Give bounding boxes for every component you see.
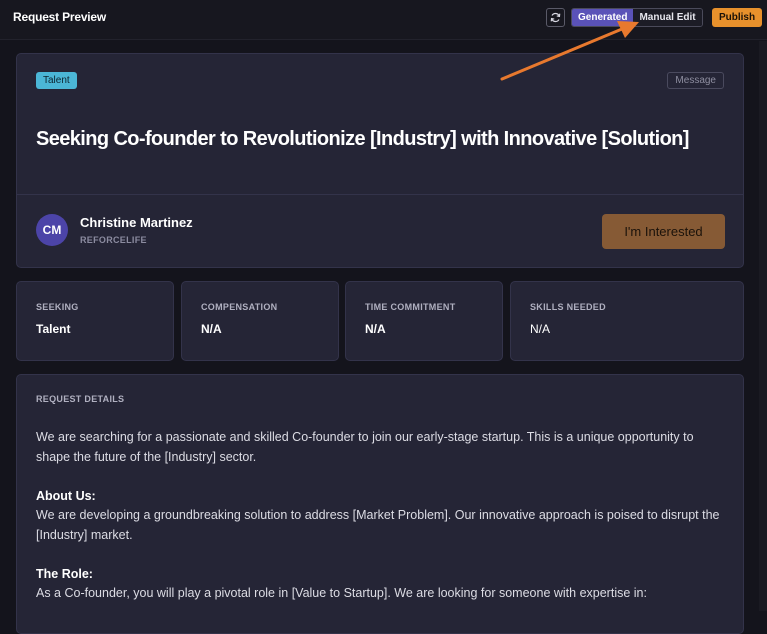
- request-header-card: Talent Message Seeking Co-founder to Rev…: [16, 53, 744, 268]
- publish-button[interactable]: Publish: [712, 8, 762, 27]
- scrollbar[interactable]: [759, 41, 767, 611]
- stat-value: Talent: [36, 322, 71, 336]
- stat-label: COMPENSATION: [201, 302, 278, 312]
- stat-skills-needed: SKILLS NEEDED N/A: [510, 281, 744, 361]
- request-details-body: We are searching for a passionate and sk…: [36, 428, 726, 623]
- stat-label: SEEKING: [36, 302, 79, 312]
- role-section: The Role: As a Co-founder, you will play…: [36, 565, 726, 604]
- stat-label: TIME COMMITMENT: [365, 302, 456, 312]
- stat-time-commitment: TIME COMMITMENT N/A: [345, 281, 503, 361]
- refresh-icon: [550, 12, 561, 23]
- divider: [17, 194, 743, 195]
- about-heading: About Us:: [36, 488, 96, 503]
- intro-paragraph: We are searching for a passionate and sk…: [36, 430, 694, 464]
- stat-label: SKILLS NEEDED: [530, 302, 606, 312]
- avatar: CM: [36, 214, 68, 246]
- role-heading: The Role:: [36, 566, 93, 581]
- stat-value: N/A: [201, 322, 222, 336]
- request-details-card: REQUEST DETAILS We are searching for a p…: [16, 374, 744, 634]
- stat-compensation: COMPENSATION N/A: [181, 281, 339, 361]
- interested-button[interactable]: I'm Interested: [602, 214, 725, 249]
- category-badge: Talent: [36, 72, 77, 89]
- manual-edit-toggle[interactable]: Manual Edit: [633, 9, 702, 26]
- poster-name: Christine Martinez: [80, 215, 193, 230]
- message-button[interactable]: Message: [667, 72, 724, 89]
- about-text: We are developing a groundbreaking solut…: [36, 508, 720, 542]
- page-title: Request Preview: [13, 10, 107, 24]
- role-text: As a Co-founder, you will play a pivotal…: [36, 586, 647, 600]
- request-title: Seeking Co-founder to Revolutionize [Ind…: [36, 128, 689, 150]
- stat-value: N/A: [530, 322, 551, 336]
- section-label: REQUEST DETAILS: [36, 394, 125, 404]
- stat-seeking: SEEKING Talent: [16, 281, 174, 361]
- refresh-button[interactable]: [546, 8, 565, 27]
- about-section: About Us: We are developing a groundbrea…: [36, 487, 726, 546]
- top-bar: Request Preview Generated Manual Edit Pu…: [0, 0, 767, 40]
- poster-organization: REFORCELIFE: [80, 235, 147, 245]
- stat-value: N/A: [365, 322, 386, 336]
- view-mode-toggle: Generated Manual Edit: [571, 8, 703, 27]
- generated-toggle[interactable]: Generated: [572, 9, 634, 26]
